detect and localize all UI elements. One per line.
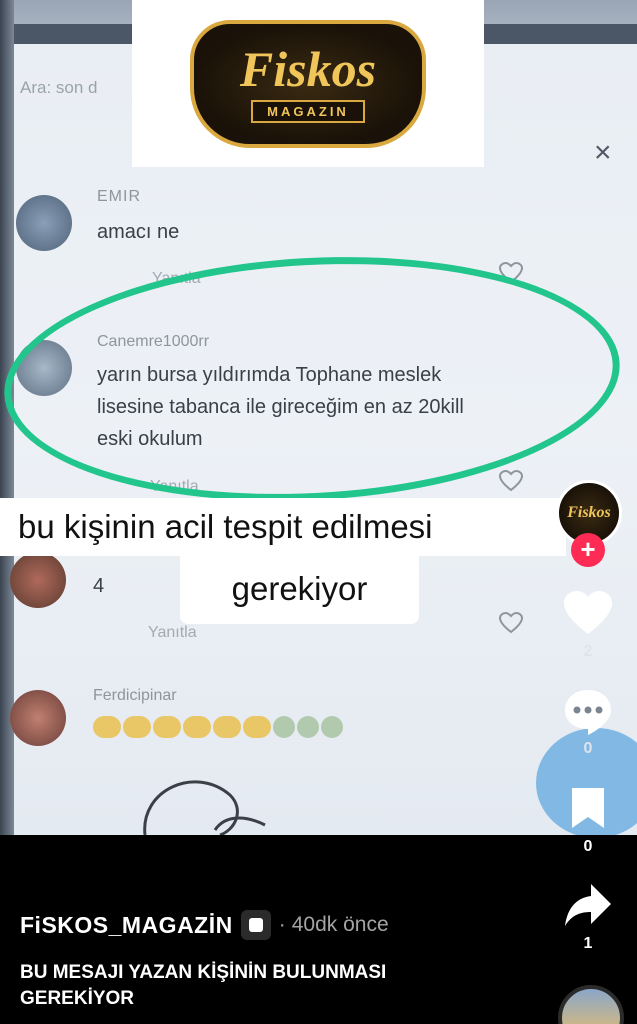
laugh-emoji-icon: [213, 716, 241, 738]
logo-subtitle: MAGAZIN: [251, 100, 365, 123]
comment-username: EMIR: [97, 188, 141, 205]
comment-avatar: [10, 690, 66, 746]
like-count: 2: [583, 643, 593, 660]
description-line1: BU MESAJI YAZAN KİŞİNİN BULUNMASI: [20, 962, 387, 983]
search-hint: Ara: son d: [20, 78, 98, 97]
comment-like-icon: [498, 612, 524, 634]
comment-username: Ferdicipinar: [93, 687, 177, 704]
comment-bubble-icon: [565, 690, 611, 735]
share-button[interactable]: [560, 882, 616, 933]
laugh-emoji-icon: [123, 716, 151, 738]
caption-line1: bu kişinin acil tespit edilmesi: [0, 498, 566, 556]
caption-line2: gerekiyor: [180, 556, 419, 624]
emoji-row: [93, 716, 343, 738]
logo-title: Fiskos: [239, 41, 377, 97]
author-name[interactable]: FiSKOS_MAGAZİN: [20, 912, 233, 939]
close-icon: ×: [594, 136, 612, 169]
crying-emoji-icon: [273, 716, 295, 738]
save-count: 0: [583, 838, 593, 855]
repost-badge-icon: [240, 910, 271, 940]
comment-text: 4: [93, 575, 105, 597]
music-disc[interactable]: [558, 985, 624, 1024]
post-description: BU MESAJI YAZAN KİŞİNİN BULUNMASI GEREKİ…: [20, 960, 540, 1012]
laugh-emoji-icon: [183, 716, 211, 738]
post-time: 40dk önce: [291, 913, 389, 936]
save-button[interactable]: [560, 786, 616, 835]
share-count: 1: [583, 935, 593, 952]
follow-button[interactable]: +: [571, 533, 605, 567]
comment-like-icon: [498, 470, 524, 492]
share-arrow-icon: [565, 884, 611, 926]
laugh-emoji-icon: [243, 716, 271, 738]
logo-badge: Fiskos MAGAZIN: [190, 19, 426, 148]
separator-dot: ·: [278, 913, 286, 936]
crying-emoji-icon: [321, 716, 343, 738]
comment-count: 0: [583, 740, 593, 757]
bookmark-icon: [572, 788, 604, 828]
like-button[interactable]: [560, 590, 616, 641]
comment-avatar: [10, 552, 66, 608]
description-line2: GEREKİYOR: [20, 988, 135, 1009]
comment-reply: Yanıtla: [148, 624, 197, 641]
laugh-emoji-icon: [153, 716, 181, 738]
comment-button[interactable]: [560, 688, 616, 741]
crying-emoji-icon: [297, 716, 319, 738]
creator-avatar-text: Fiskos: [567, 504, 611, 521]
comment-text: amacı ne: [97, 221, 180, 243]
comment-avatar: [16, 195, 72, 251]
laugh-emoji-icon: [93, 716, 121, 738]
brand-logo: Fiskos MAGAZIN: [132, 0, 484, 167]
author-row: FiSKOS_MAGAZİN · 40dk önce: [20, 910, 389, 940]
heart-icon: [564, 591, 612, 634]
scribble-drawing: [143, 780, 266, 835]
